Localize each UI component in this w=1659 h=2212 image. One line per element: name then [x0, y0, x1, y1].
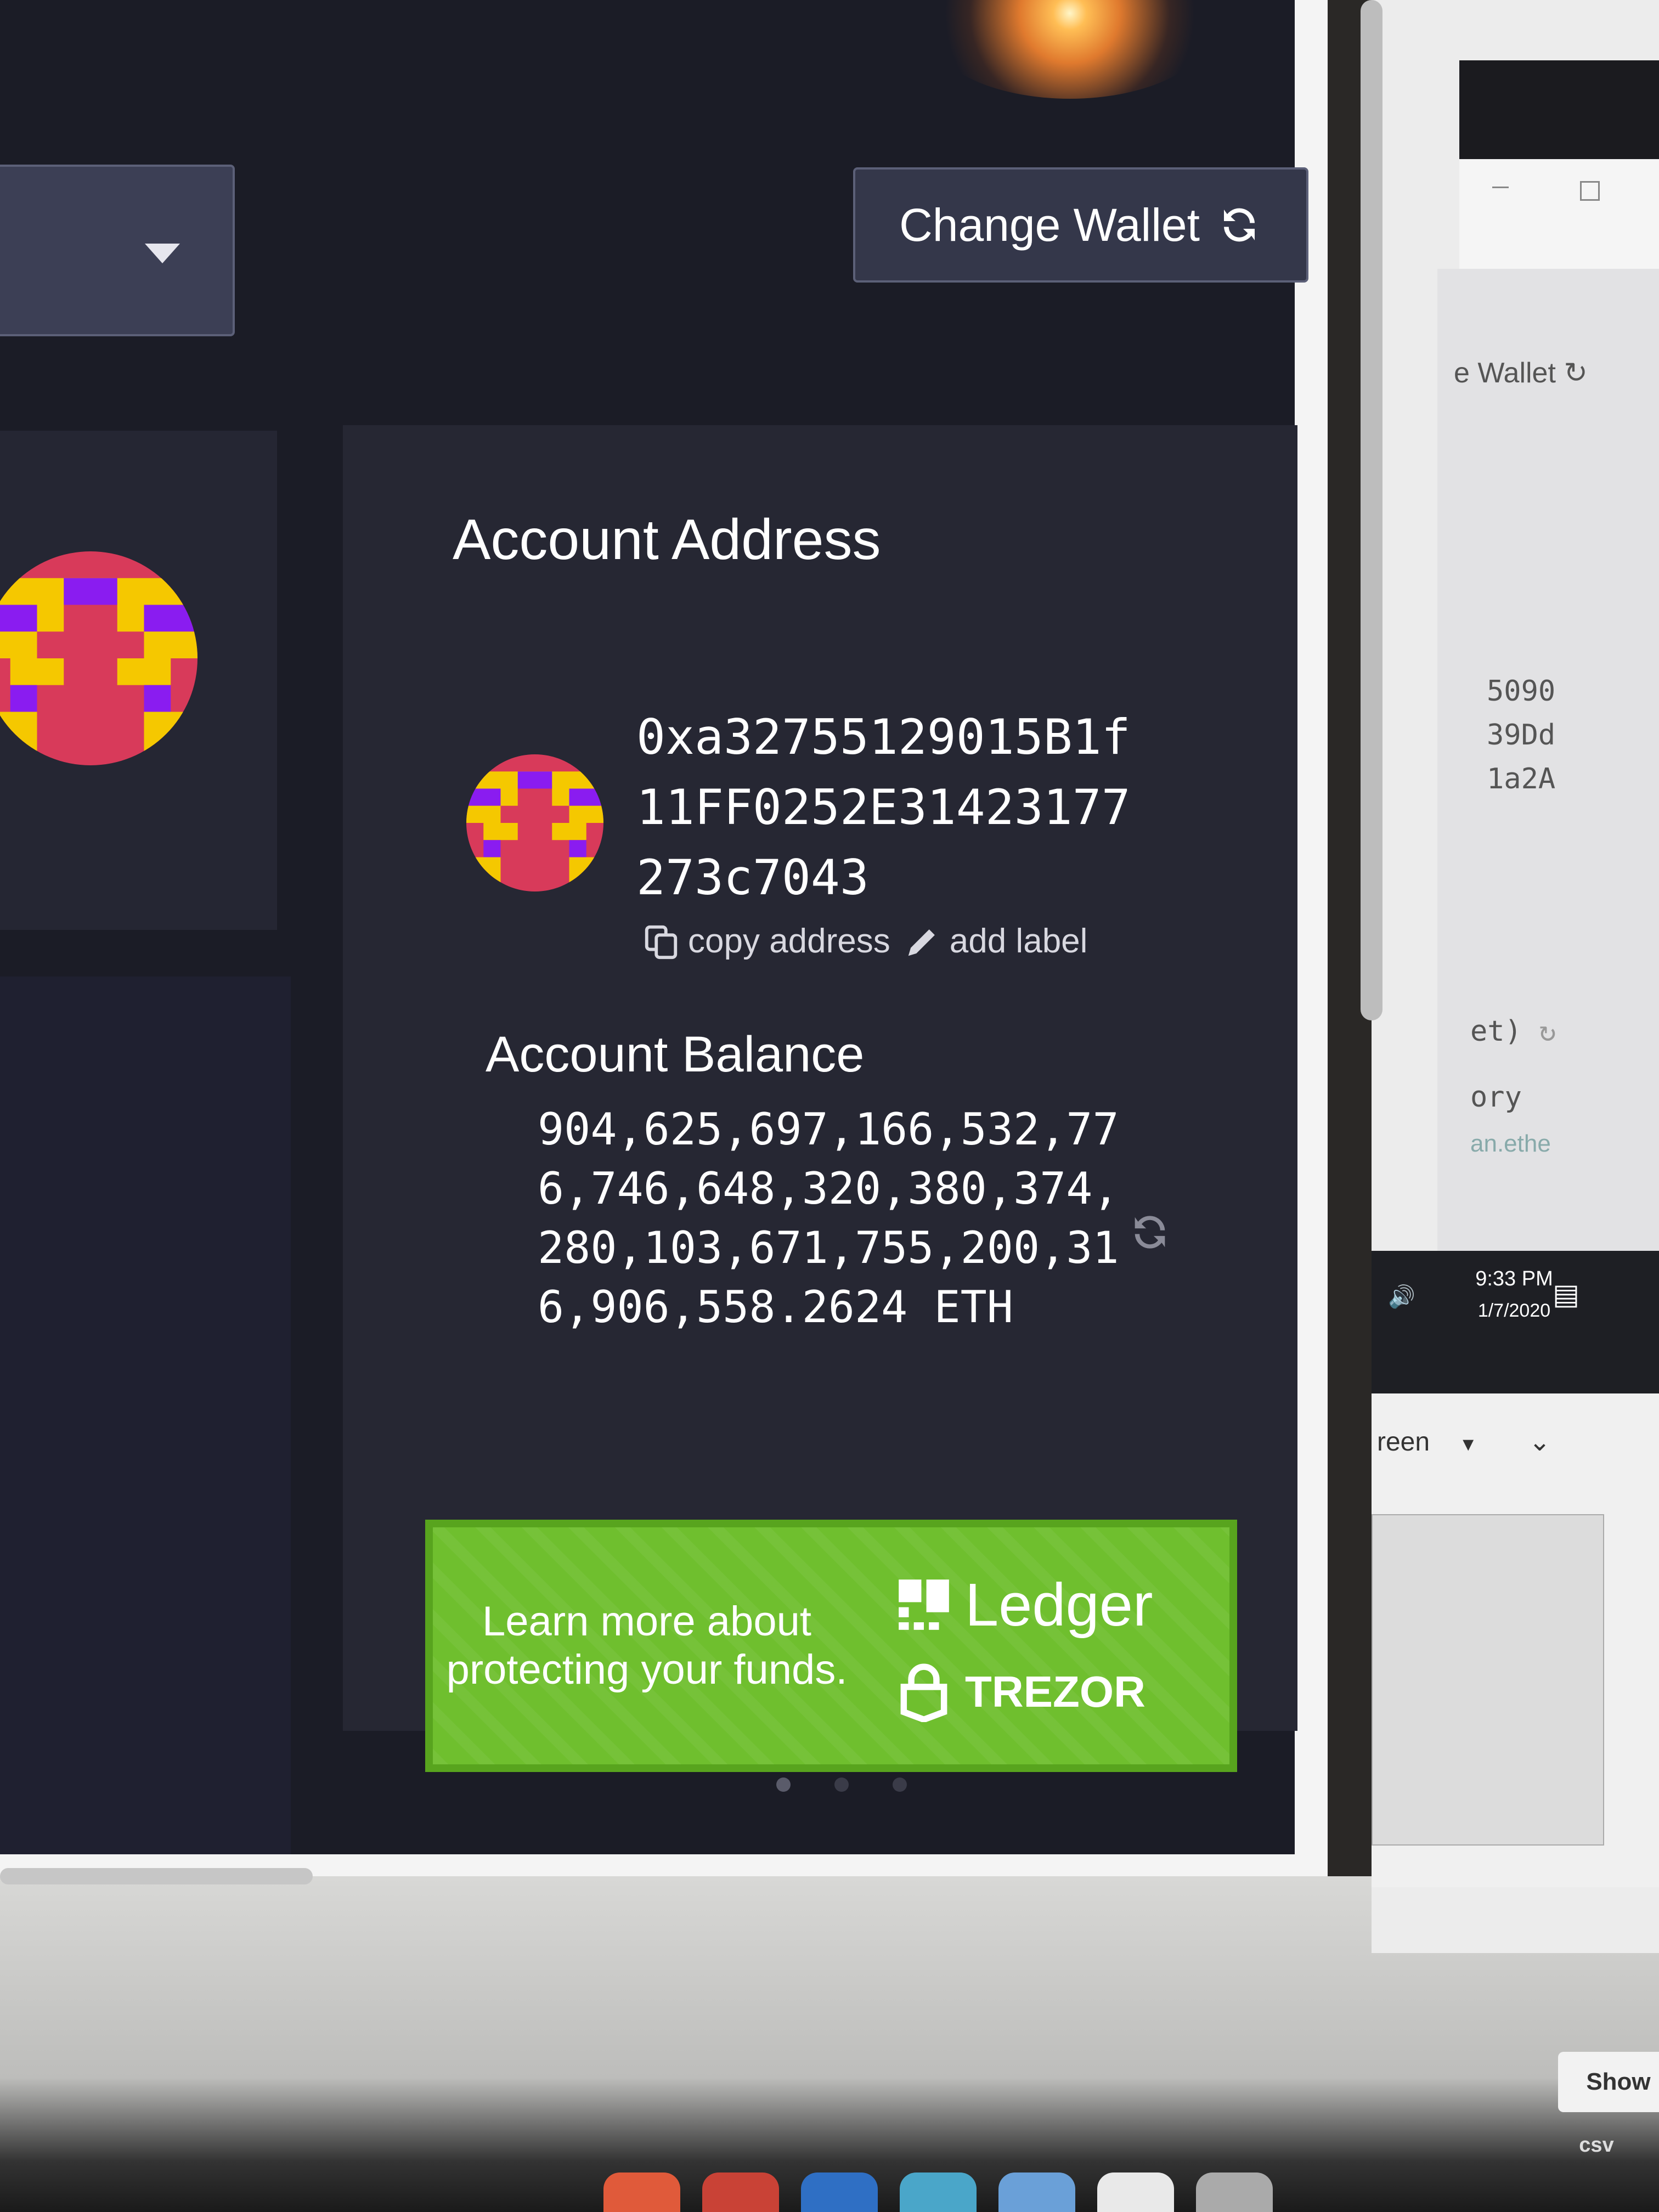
- background-window-header: [1459, 60, 1659, 159]
- background-address-fragment: 1a2A: [1487, 763, 1556, 795]
- carousel-dot[interactable]: [893, 1778, 907, 1792]
- dock-app-icon[interactable]: [1097, 2172, 1174, 2212]
- main-window: Change Wallet Account Address 0xa3275512…: [0, 0, 1383, 1884]
- dock-app-icon[interactable]: [1196, 2172, 1273, 2212]
- ledger-label: Ledger: [965, 1571, 1153, 1639]
- refresh-icon: [1223, 208, 1255, 242]
- ledger-brand: Ledger: [894, 1570, 1153, 1640]
- app-content: Change Wallet Account Address 0xa3275512…: [0, 0, 1308, 1854]
- dock-app-icon[interactable]: [900, 2172, 977, 2212]
- network-dropdown[interactable]: [0, 165, 235, 336]
- copy-address-button[interactable]: copy address: [642, 922, 890, 961]
- address-identicon-icon: [466, 754, 603, 891]
- caret-down-icon: ▼: [1459, 1434, 1478, 1455]
- carousel-dots: [776, 1778, 907, 1792]
- trezor-label: TREZOR: [965, 1667, 1146, 1716]
- change-wallet-button[interactable]: Change Wallet: [853, 167, 1308, 283]
- pencil-icon: [908, 929, 935, 956]
- show-button[interactable]: Show: [1558, 2052, 1659, 2112]
- background-window: e Wallet ↻ 5090 39Dd 1a2A et) ↻ ory an.e…: [1372, 0, 1659, 1953]
- minimize-button[interactable]: [1492, 181, 1509, 188]
- dock: [603, 2172, 1372, 2212]
- identicon-icon: [0, 551, 198, 765]
- notification-icon[interactable]: ▤: [1553, 1278, 1579, 1311]
- banner-text: Learn more about protecting your funds.: [446, 1598, 848, 1693]
- account-balance-value: 904,625,697,166,532,776,746,648,320,380,…: [538, 1104, 1119, 1333]
- background-change-wallet-label: e Wallet: [1454, 357, 1556, 389]
- refresh-icon: ↻: [1564, 357, 1588, 389]
- maximize-button[interactable]: [1580, 181, 1600, 201]
- background-lower-panel: reen ▼ ⌄: [1372, 1393, 1659, 1887]
- chevron-down-icon[interactable]: ⌄: [1528, 1427, 1550, 1457]
- window-thumbnail[interactable]: [1372, 1514, 1604, 1846]
- trezor-brand: TREZOR: [894, 1662, 1153, 1722]
- background-app: e Wallet ↻ 5090 39Dd 1a2A et) ↻ ory an.e…: [1437, 269, 1659, 1256]
- account-balance-heading: Account Balance: [486, 1026, 865, 1082]
- background-text-fragment-1: et): [1470, 1015, 1522, 1048]
- refresh-icon: ↻: [1539, 1015, 1556, 1048]
- carousel-dot[interactable]: [834, 1778, 849, 1792]
- address-actions: copy address add label: [642, 922, 1087, 961]
- background-text-fragment: ory: [1470, 1081, 1522, 1114]
- banner-brands: Ledger TREZOR: [894, 1570, 1153, 1722]
- volume-icon[interactable]: 🔊: [1388, 1284, 1415, 1310]
- background-link-fragment[interactable]: an.ethe: [1470, 1130, 1551, 1158]
- background-address-fragment: 39Dd: [1487, 719, 1556, 752]
- copy-icon: [645, 925, 678, 959]
- refresh-balance-icon[interactable]: [1127, 1210, 1172, 1255]
- ledger-logo-icon: [899, 1579, 949, 1630]
- trezor-lock-icon: [900, 1663, 947, 1722]
- background-address-fragment: 5090: [1487, 675, 1556, 708]
- csv-label: csv: [1579, 2133, 1614, 2157]
- dock-app-icon[interactable]: [801, 2172, 878, 2212]
- caret-down-icon: [145, 244, 180, 263]
- add-label-button[interactable]: add label: [904, 922, 1088, 961]
- screen-select-label: reen: [1377, 1427, 1430, 1457]
- taskbar: 🔊 9:33 PM 1/7/2020 ▤: [1372, 1251, 1659, 1393]
- dock-app-icon[interactable]: [603, 2172, 680, 2212]
- account-address-value: 0xa32755129015B1f11FF0252E31423177273c70…: [636, 709, 1131, 906]
- copy-address-label: copy address: [688, 922, 890, 960]
- lamp-glare: [927, 0, 1212, 99]
- hardware-wallet-banner[interactable]: Learn more about protecting your funds. …: [425, 1520, 1237, 1772]
- add-label-label: add label: [949, 922, 1088, 960]
- horizontal-scrollbar[interactable]: [0, 1868, 313, 1884]
- background-window-titlebar: [1459, 159, 1659, 269]
- dock-app-icon[interactable]: [998, 2172, 1075, 2212]
- sidebar-card-lower: [0, 977, 291, 1854]
- vertical-scrollbar[interactable]: [1361, 0, 1383, 1020]
- dock-app-icon[interactable]: [702, 2172, 779, 2212]
- change-wallet-label: Change Wallet: [899, 199, 1200, 251]
- screen-select[interactable]: reen ▼ ⌄: [1377, 1426, 1551, 1457]
- carousel-dot[interactable]: [776, 1778, 791, 1792]
- background-text-fragment: et) ↻: [1470, 1015, 1556, 1048]
- account-address-heading: Account Address: [453, 508, 881, 572]
- background-change-wallet[interactable]: e Wallet ↻: [1454, 357, 1588, 390]
